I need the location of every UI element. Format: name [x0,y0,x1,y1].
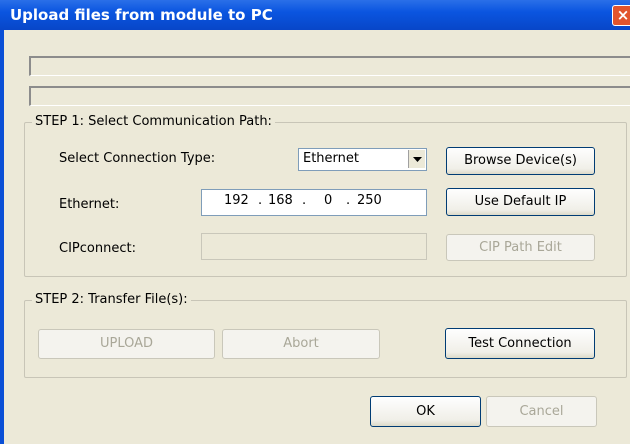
cip-path-edit-button: CIP Path Edit [446,234,595,261]
abort-button: Abort [222,329,380,359]
ethernet-label: Ethernet: [59,197,120,212]
dialog-client: STEP 1: Select Communication Path: Selec… [4,30,630,444]
ip-octet-2: 168 [268,193,293,208]
chevron-down-icon[interactable] [408,150,425,168]
ip-dot-2: . [302,193,307,208]
step2-group: STEP 2: Transfer File(s): UPLOAD Abort T… [24,292,627,378]
ip-octet-3: 0 [324,193,333,208]
upload-label: UPLOAD [99,336,154,351]
step1-group: STEP 1: Select Communication Path: Selec… [24,114,627,277]
ip-dot-1: . [258,193,263,208]
test-connection-button[interactable]: Test Connection [445,328,595,359]
window-title: Upload files from module to PC [10,6,273,24]
use-default-ip-label: Use Default IP [474,194,567,209]
use-default-ip-button[interactable]: Use Default IP [446,188,595,216]
connection-type-label: Select Connection Type: [59,151,216,166]
close-button[interactable]: × [612,5,630,26]
progress-bar-2 [29,86,630,106]
connection-type-select[interactable]: Ethernet [298,148,427,171]
cipconnect-label: CIPconnect: [59,241,136,256]
close-icon: × [616,6,630,24]
ip-octet-1: 192 [224,193,249,208]
connection-type-value: Ethernet [303,151,359,166]
progress-bar-1 [29,56,630,76]
dialog-window: Upload files from module to PC × STEP 1:… [0,0,630,444]
step2-legend: STEP 2: Transfer File(s): [32,292,191,307]
upload-button: UPLOAD [38,329,215,359]
ip-address-field[interactable]: 192 . 168 . 0 . 250 [201,189,427,216]
step1-legend: STEP 1: Select Communication Path: [32,114,275,129]
cip-path-edit-label: CIP Path Edit [479,240,562,255]
ip-octet-4: 250 [357,193,382,208]
cancel-label: Cancel [519,404,564,419]
ok-button[interactable]: OK [370,396,481,427]
test-connection-label: Test Connection [468,336,572,351]
cancel-button: Cancel [486,396,597,427]
browse-device-label: Browse Device(s) [464,153,577,168]
browse-device-button[interactable]: Browse Device(s) [446,147,595,175]
ok-label: OK [416,404,435,419]
abort-label: Abort [283,336,319,351]
cipconnect-field [201,233,427,260]
ip-dot-3: . [346,193,351,208]
title-bar[interactable]: Upload files from module to PC × [0,0,630,30]
